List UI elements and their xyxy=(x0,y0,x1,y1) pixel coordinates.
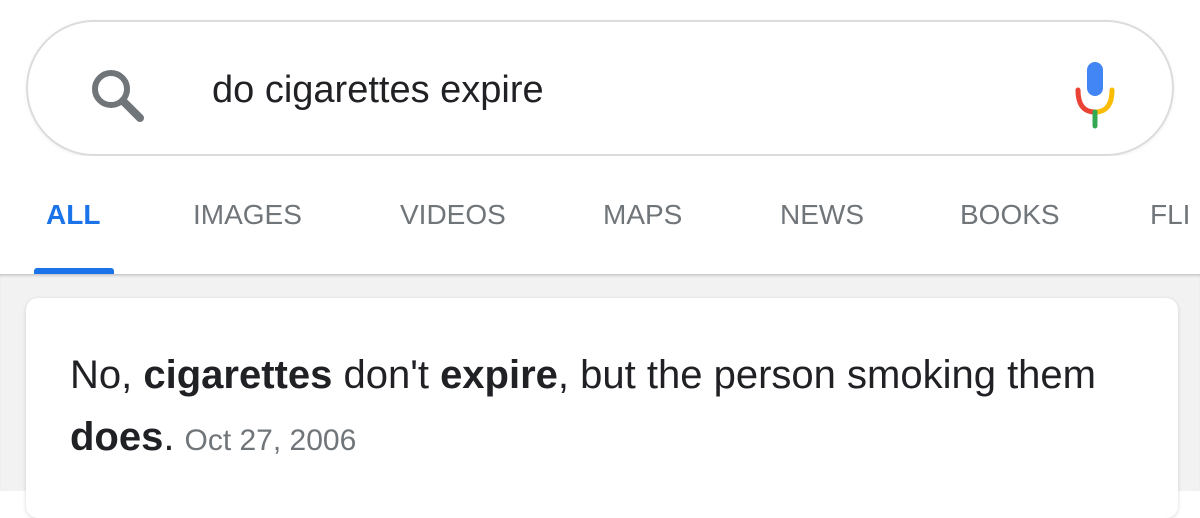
answer-segment: don't xyxy=(332,353,441,397)
answer-segment-bold: expire xyxy=(440,353,558,397)
tab-flights[interactable]: FLI xyxy=(1150,198,1190,232)
results-area: No, cigarettes don't expire, but the per… xyxy=(0,274,1200,518)
tab-all[interactable]: ALL xyxy=(46,198,100,232)
search-input[interactable]: do cigarettes expire xyxy=(212,66,544,114)
tab-maps[interactable]: MAPS xyxy=(603,198,682,232)
tab-books[interactable]: BOOKS xyxy=(960,198,1060,232)
answer-segment: . xyxy=(163,415,175,459)
answer-segment: No, xyxy=(70,353,144,397)
tab-images[interactable]: IMAGES xyxy=(193,198,302,232)
answer-date: Oct 27, 2006 xyxy=(184,424,357,457)
microphone-icon[interactable] xyxy=(1072,58,1118,132)
tab-bar: ALL IMAGES VIDEOS MAPS NEWS BOOKS FLI xyxy=(0,156,1200,274)
featured-answer-card: No, cigarettes don't expire, but the per… xyxy=(26,298,1178,518)
answer-segment-bold: cigarettes xyxy=(143,353,333,397)
answer-text: No, cigarettes don't expire, but the per… xyxy=(70,344,1150,472)
tab-videos[interactable]: VIDEOS xyxy=(400,198,506,232)
search-icon[interactable] xyxy=(86,64,150,128)
answer-segment-bold: does xyxy=(70,415,164,459)
answer-segment: , but the person smoking them xyxy=(557,353,1096,397)
search-bar[interactable]: do cigarettes expire xyxy=(26,20,1174,156)
tab-news[interactable]: NEWS xyxy=(780,198,864,232)
